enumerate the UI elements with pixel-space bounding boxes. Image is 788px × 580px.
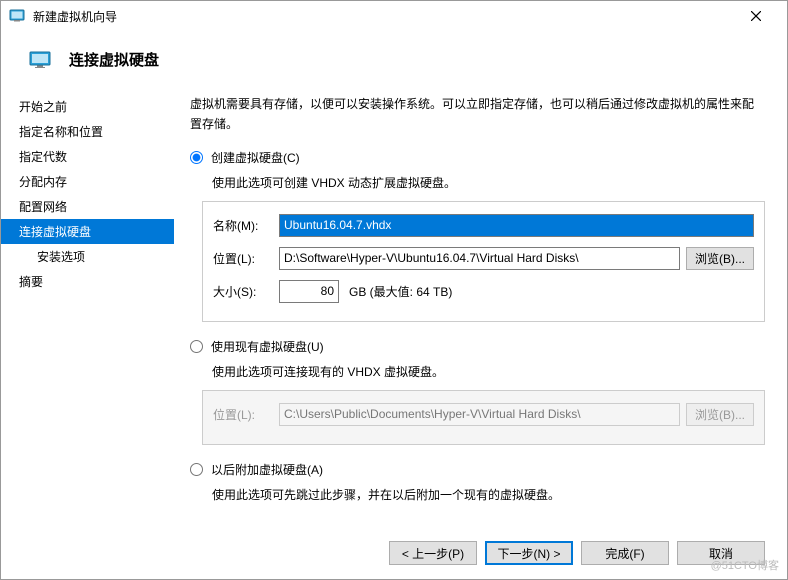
option-create-desc: 使用此选项可创建 VHDX 动态扩展虚拟硬盘。 xyxy=(212,174,765,191)
location-label: 位置(L): xyxy=(213,250,273,267)
existing-disk-form: 位置(L): C:\Users\Public\Documents\Hyper-V… xyxy=(202,390,765,445)
sidebar-item-memory[interactable]: 分配内存 xyxy=(1,169,174,194)
wizard-button-bar: < 上一步(P) 下一步(N) > 完成(F) 取消 xyxy=(389,541,765,565)
option-attach-later: 以后附加虚拟硬盘(A) 使用此选项可先跳过此步骤，并在以后附加一个现有的虚拟硬盘… xyxy=(190,461,765,503)
option-create-disk: 创建虚拟硬盘(C) 使用此选项可创建 VHDX 动态扩展虚拟硬盘。 名称(M):… xyxy=(190,149,765,322)
sidebar-item-connect-disk[interactable]: 连接虚拟硬盘 xyxy=(1,219,174,244)
close-button[interactable] xyxy=(733,1,779,31)
sidebar-item-name-location[interactable]: 指定名称和位置 xyxy=(1,119,174,144)
size-label: 大小(S): xyxy=(213,283,273,300)
name-input[interactable] xyxy=(279,214,754,237)
radio-existing[interactable] xyxy=(190,340,203,353)
option-existing-label: 使用现有虚拟硬盘(U) xyxy=(211,338,324,355)
name-label: 名称(M): xyxy=(213,217,273,234)
browse-button-disabled: 浏览(B)... xyxy=(686,403,754,426)
next-button[interactable]: 下一步(N) > xyxy=(485,541,573,565)
option-existing-desc: 使用此选项可连接现有的 VHDX 虚拟硬盘。 xyxy=(212,363,765,380)
sidebar-item-network[interactable]: 配置网络 xyxy=(1,194,174,219)
size-unit: GB (最大值: 64 TB) xyxy=(349,283,452,300)
option-existing-disk: 使用现有虚拟硬盘(U) 使用此选项可连接现有的 VHDX 虚拟硬盘。 位置(L)… xyxy=(190,338,765,445)
wizard-header: 连接虚拟硬盘 xyxy=(1,31,787,86)
option-later-label: 以后附加虚拟硬盘(A) xyxy=(211,461,323,478)
radio-create[interactable] xyxy=(190,151,203,164)
location-input[interactable] xyxy=(279,247,680,270)
titlebar: 新建虚拟机向导 xyxy=(1,1,787,31)
sidebar-item-summary[interactable]: 摘要 xyxy=(1,269,174,294)
create-disk-form: 名称(M): 位置(L): 浏览(B)... 大小(S): GB (最大值: 6… xyxy=(202,201,765,322)
option-later-head[interactable]: 以后附加虚拟硬盘(A) xyxy=(190,461,765,478)
monitor-icon xyxy=(29,51,51,69)
page-title: 连接虚拟硬盘 xyxy=(69,49,159,70)
window-title: 新建虚拟机向导 xyxy=(33,8,733,25)
sidebar-item-generation[interactable]: 指定代数 xyxy=(1,144,174,169)
existing-location-input: C:\Users\Public\Documents\Hyper-V\Virtua… xyxy=(279,403,680,426)
close-icon xyxy=(751,11,761,21)
existing-location-label: 位置(L): xyxy=(213,406,273,423)
finish-button[interactable]: 完成(F) xyxy=(581,541,669,565)
sidebar-item-before-begin[interactable]: 开始之前 xyxy=(1,94,174,119)
size-input[interactable] xyxy=(279,280,339,303)
option-later-desc: 使用此选项可先跳过此步骤，并在以后附加一个现有的虚拟硬盘。 xyxy=(212,486,765,503)
option-create-head[interactable]: 创建虚拟硬盘(C) xyxy=(190,149,765,166)
option-existing-head[interactable]: 使用现有虚拟硬盘(U) xyxy=(190,338,765,355)
back-button[interactable]: < 上一步(P) xyxy=(389,541,477,565)
browse-button[interactable]: 浏览(B)... xyxy=(686,247,754,270)
wizard-content: 虚拟机需要具有存储，以便可以安装操作系统。可以立即指定存储，也可以稍后通过修改虚… xyxy=(174,86,787,534)
sidebar-item-install-options[interactable]: 安装选项 xyxy=(1,244,174,269)
watermark: @51CTO博客 xyxy=(711,557,779,573)
option-create-label: 创建虚拟硬盘(C) xyxy=(211,149,300,166)
app-icon xyxy=(9,8,25,24)
radio-later[interactable] xyxy=(190,463,203,476)
wizard-steps-sidebar: 开始之前 指定名称和位置 指定代数 分配内存 配置网络 连接虚拟硬盘 安装选项 … xyxy=(1,86,174,534)
intro-text: 虚拟机需要具有存储，以便可以安装操作系统。可以立即指定存储，也可以稍后通过修改虚… xyxy=(190,94,765,135)
